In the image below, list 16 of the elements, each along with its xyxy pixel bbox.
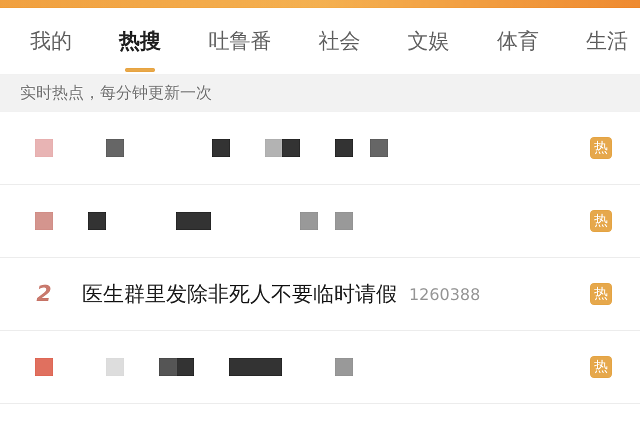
tab[interactable]: 体育 (496, 8, 539, 74)
tab[interactable]: 社会 (318, 8, 360, 74)
hot-badge: 热 (590, 283, 612, 305)
tab-underline (125, 68, 156, 72)
topic-title[interactable]: 医生群里发除非死人不要临时请假 (82, 280, 397, 308)
hot-badge: 热 (590, 137, 612, 159)
hot-badge: 热 (590, 356, 612, 378)
tab[interactable]: 生活 (586, 8, 628, 74)
tab[interactable]: 文娱 (408, 8, 450, 74)
tab[interactable]: 我的 (30, 8, 72, 74)
banner-text: 实时热点，每分钟更新一次 (20, 82, 212, 104)
tab[interactable]: 吐鲁番 (208, 8, 272, 74)
rank-number: 2 (35, 282, 53, 306)
tab[interactable]: 热搜 (119, 8, 162, 74)
heat-count: 1260388 (409, 284, 480, 304)
hot-badge: 热 (590, 210, 612, 232)
